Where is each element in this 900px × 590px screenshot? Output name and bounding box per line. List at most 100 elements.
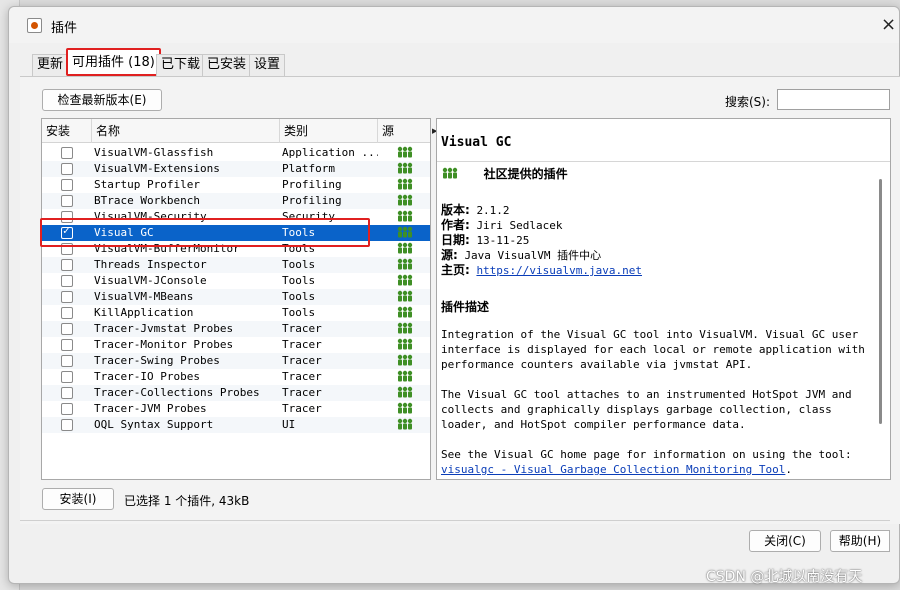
install-button[interactable]: 安装(I) bbox=[42, 488, 114, 510]
community-source-icon bbox=[396, 226, 414, 240]
install-checkbox[interactable] bbox=[61, 339, 73, 351]
footer-divider bbox=[20, 520, 890, 521]
plugin-name-cell: VisualVM-Glassfish bbox=[94, 146, 214, 159]
description-paragraph: The Visual GC tool attaches to an instru… bbox=[441, 388, 852, 431]
table-row[interactable]: Tracer-JVM Probes Tracer bbox=[42, 401, 430, 417]
tab-downloaded[interactable]: 已下载 bbox=[156, 54, 206, 76]
details-divider bbox=[437, 161, 890, 162]
plugin-category-cell: Tools bbox=[282, 258, 316, 271]
install-checkbox[interactable] bbox=[61, 307, 73, 319]
plugin-name-cell: Tracer-Monitor Probes bbox=[94, 338, 234, 351]
table-row[interactable]: KillApplication Tools bbox=[42, 305, 430, 321]
watermark-text: CSDN @北城以南没有天 bbox=[706, 569, 863, 585]
install-checkbox[interactable] bbox=[61, 195, 73, 207]
plugin-category-cell: Tracer bbox=[282, 386, 322, 399]
community-source-icon bbox=[396, 306, 414, 320]
tab-settings[interactable]: 设置 bbox=[249, 54, 286, 76]
plugin-category-cell: Tools bbox=[282, 306, 316, 319]
community-plugin-icon bbox=[441, 167, 459, 183]
plugin-name-cell: Tracer-Collections Probes bbox=[94, 386, 260, 399]
description-heading: 插件描述 bbox=[441, 300, 490, 314]
plugin-details-panel: Visual GC 社区提供的插件 版本: 2.1.2 作者: Jiri Sed… bbox=[436, 118, 891, 480]
community-source-icon bbox=[396, 194, 414, 208]
community-source-icon bbox=[396, 322, 414, 336]
close-icon[interactable]: × bbox=[881, 14, 896, 35]
search-input[interactable] bbox=[777, 89, 890, 110]
plugin-category-cell: Tracer bbox=[282, 322, 322, 335]
table-row[interactable]: OQL Syntax Support UI bbox=[42, 417, 430, 433]
column-header-source[interactable]: 源 bbox=[378, 119, 430, 143]
plugin-name-cell: BTrace Workbench bbox=[94, 194, 200, 207]
description-paragraph: Integration of the Visual GC tool into V… bbox=[441, 328, 865, 371]
community-source-icon bbox=[396, 290, 414, 304]
selected-row-highlight bbox=[40, 218, 370, 247]
install-checkbox[interactable] bbox=[61, 147, 73, 159]
plugin-category-cell: UI bbox=[282, 418, 296, 431]
plugin-name-cell: Tracer-IO Probes bbox=[94, 370, 200, 383]
table-row[interactable]: VisualVM-JConsole Tools bbox=[42, 273, 430, 289]
plugin-category-cell: Profiling bbox=[282, 194, 342, 207]
column-header-name[interactable]: 名称 bbox=[92, 119, 280, 143]
plugin-table: 安装 名称 类别 源 VisualVM-Glassfish Application… bbox=[41, 118, 431, 480]
plugin-name-cell: VisualVM-MBeans bbox=[94, 290, 194, 303]
install-checkbox[interactable] bbox=[61, 371, 73, 383]
source-label: 源: bbox=[441, 248, 458, 262]
table-row[interactable]: Threads Inspector Tools bbox=[42, 257, 430, 273]
details-title: Visual GC bbox=[441, 135, 512, 150]
author-label: 作者: bbox=[441, 218, 470, 232]
install-checkbox[interactable] bbox=[61, 291, 73, 303]
table-row[interactable]: Tracer-Collections Probes Tracer bbox=[42, 385, 430, 401]
description-link-suffix: . bbox=[785, 463, 792, 476]
install-checkbox[interactable] bbox=[61, 419, 73, 431]
tab-updates[interactable]: 更新 bbox=[32, 54, 69, 76]
plugin-name-cell: VisualVM-JConsole bbox=[94, 274, 207, 287]
plugin-name-cell: Threads Inspector bbox=[94, 258, 207, 271]
author-value: Jiri Sedlacek bbox=[476, 219, 563, 232]
column-header-install[interactable]: 安装 bbox=[42, 119, 92, 143]
help-button[interactable]: 帮助(H) bbox=[830, 530, 890, 552]
install-checkbox[interactable] bbox=[61, 323, 73, 335]
version-label: 版本: bbox=[441, 203, 470, 217]
install-checkbox[interactable] bbox=[61, 387, 73, 399]
plugin-category-cell: Tracer bbox=[282, 338, 322, 351]
install-checkbox[interactable] bbox=[61, 403, 73, 415]
plugin-name-cell: KillApplication bbox=[94, 306, 194, 319]
visualgc-home-link[interactable]: visualgc - Visual Garbage Collection Mon… bbox=[441, 463, 785, 476]
tab-installed[interactable]: 已安装 bbox=[202, 54, 252, 76]
table-row[interactable]: Startup Profiler Profiling bbox=[42, 177, 430, 193]
column-header-category[interactable]: 类别 bbox=[280, 119, 378, 143]
install-checkbox[interactable] bbox=[61, 163, 73, 175]
install-checkbox[interactable] bbox=[61, 355, 73, 367]
version-value: 2.1.2 bbox=[476, 204, 510, 217]
homepage-link[interactable]: https://visualvm.java.net bbox=[476, 264, 642, 277]
close-button[interactable]: 关闭(C) bbox=[749, 530, 821, 552]
community-source-icon bbox=[396, 162, 414, 176]
plugin-name-cell: OQL Syntax Support bbox=[94, 418, 214, 431]
community-source-icon bbox=[396, 146, 414, 160]
check-latest-version-button[interactable]: 检查最新版本(E) bbox=[42, 89, 162, 111]
homepage-label: 主页: bbox=[441, 263, 470, 277]
plugin-category-cell: Tracer bbox=[282, 354, 322, 367]
table-row[interactable]: BTrace Workbench Profiling bbox=[42, 193, 430, 209]
community-source-icon bbox=[396, 338, 414, 352]
community-source-icon bbox=[396, 386, 414, 400]
plugin-name-cell: VisualVM-Extensions bbox=[94, 162, 220, 175]
search-label: 搜索(S): bbox=[725, 95, 771, 109]
community-source-icon bbox=[396, 258, 414, 272]
table-row[interactable]: Tracer-Swing Probes Tracer bbox=[42, 353, 430, 369]
install-checkbox[interactable] bbox=[61, 275, 73, 287]
table-row[interactable]: Tracer-Monitor Probes Tracer bbox=[42, 337, 430, 353]
table-row[interactable]: Tracer-IO Probes Tracer bbox=[42, 369, 430, 385]
app-logo-icon bbox=[27, 18, 42, 33]
table-row[interactable]: Tracer-Jvmstat Probes Tracer bbox=[42, 321, 430, 337]
table-row[interactable]: VisualVM-Glassfish Application ... bbox=[42, 145, 430, 161]
community-source-icon bbox=[396, 178, 414, 192]
install-checkbox[interactable] bbox=[61, 179, 73, 191]
date-value: 13-11-25 bbox=[476, 234, 530, 247]
table-row[interactable]: VisualVM-MBeans Tools bbox=[42, 289, 430, 305]
details-scrollbar[interactable] bbox=[879, 179, 882, 424]
install-checkbox[interactable] bbox=[61, 259, 73, 271]
community-source-icon bbox=[396, 274, 414, 288]
table-row[interactable]: VisualVM-Extensions Platform bbox=[42, 161, 430, 177]
tab-available-plugins[interactable]: 可用插件 (18) bbox=[66, 48, 161, 76]
